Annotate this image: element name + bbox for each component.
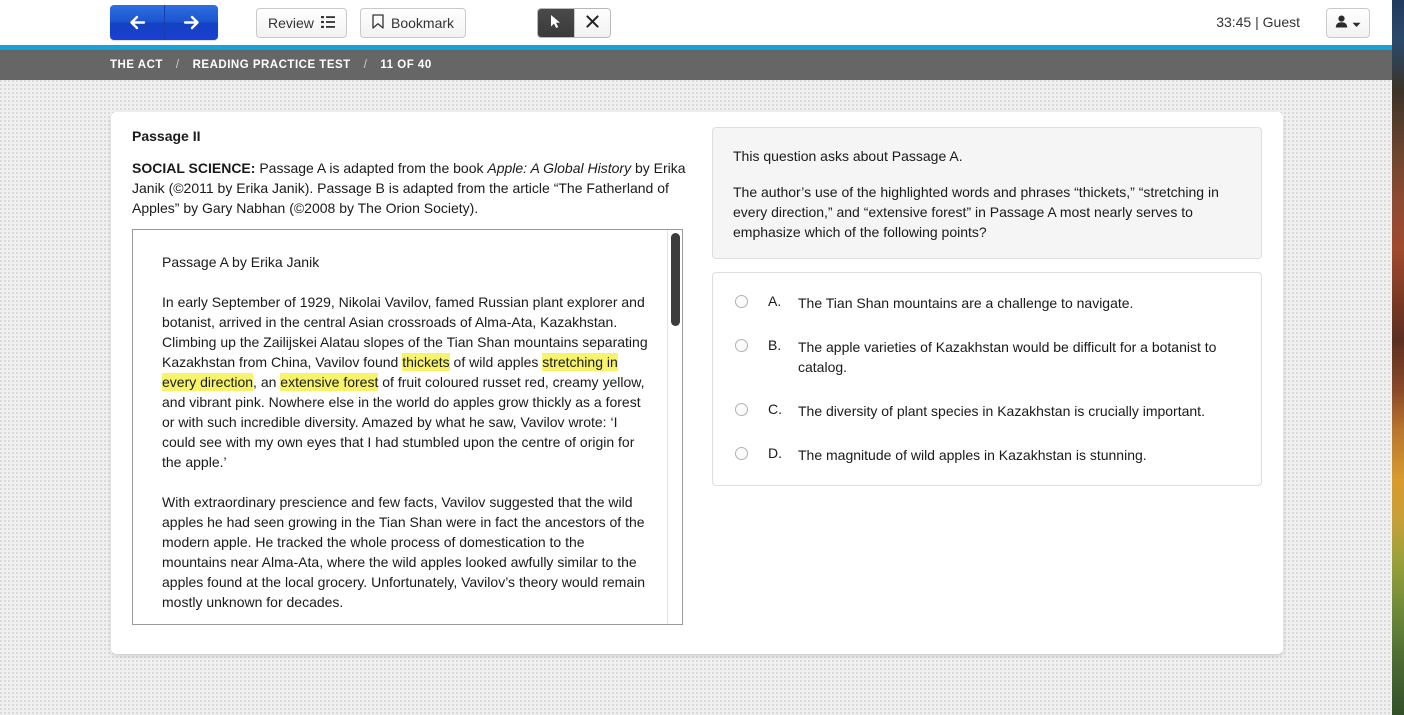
passage-byline: Passage A by Erika Janik [162,254,320,270]
content-card: Passage II SOCIAL SCIENCE: Passage A is … [111,112,1283,654]
passage-p1-seg2: of wild apples [449,354,543,370]
answer-letter-d: D. [768,445,782,461]
user-icon [1335,15,1348,31]
breadcrumb-item-section[interactable]: READING PRACTICE TEST [193,59,351,71]
answer-letter-b: B. [768,337,782,353]
answer-text-c: The diversity of plant species in Kazakh… [798,403,1205,419]
close-icon [586,15,599,31]
back-arrow-icon [129,15,146,30]
highlight-extensive-forest: extensive forest [280,373,379,391]
radio-button-d[interactable] [735,447,748,460]
bookmark-button[interactable]: Bookmark [360,8,467,38]
next-question-button[interactable] [164,5,218,40]
passage-intro: SOCIAL SCIENCE: Passage A is adapted fro… [132,158,704,218]
answer-tool-group [537,8,611,38]
passage-column: Passage II SOCIAL SCIENCE: Passage A is … [132,128,704,218]
navigation-button-group [110,5,218,40]
passage-intro-booktitle: Apple: A Global History [487,160,632,176]
cursor-arrow-icon [550,14,562,32]
bookmark-button-label: Bookmark [391,15,455,31]
account-menu-button[interactable] [1326,8,1370,38]
timer-and-user-status: 33:45 | Guest [1216,14,1300,30]
question-prompt: The author’s use of the highlighted word… [733,184,1219,240]
forward-arrow-icon [183,15,200,30]
answer-choice-d[interactable]: D. The magnitude of wild apples in Kazak… [713,433,1261,477]
review-button-label: Review [268,15,314,31]
passage-scroll-box: Passage A by Erika Janik In early Septem… [132,229,683,625]
passage-text: Passage A by Erika Janik In early Septem… [133,230,682,624]
passage-scrollbar-thumb[interactable] [671,233,680,326]
breadcrumb-separator: / [363,59,368,71]
answer-letter-c: C. [768,401,782,417]
list-icon [320,15,335,31]
passage-paragraph-1: In early September of 1929, Nikolai Vavi… [162,292,652,472]
passage-paragraph-2: With extraordinary prescience and few fa… [162,494,645,610]
answer-text-a: The Tian Shan mountains are a challenge … [798,295,1134,311]
radio-button-c[interactable] [735,403,748,416]
answer-choice-a[interactable]: A. The Tian Shan mountains are a challen… [713,281,1261,325]
breadcrumb-separator: / [175,59,180,71]
eliminate-answer-button[interactable] [574,9,610,37]
background-photo-strip [1390,0,1404,715]
passage-intro-label: SOCIAL SCIENCE: [132,160,256,176]
previous-question-button[interactable] [110,5,164,40]
question-column: This question asks about Passage A. The … [712,127,1262,486]
answer-text-b: The apple varieties of Kazakhstan would … [798,339,1217,375]
breadcrumb-item-progress: 11 OF 40 [380,59,432,71]
answer-choice-c[interactable]: C. The diversity of plant species in Kaz… [713,389,1261,433]
answer-letter-a: A. [768,293,782,309]
answer-choices-list: A. The Tian Shan mountains are a challen… [712,272,1262,486]
review-button[interactable]: Review [256,8,347,38]
radio-button-a[interactable] [735,295,748,308]
question-context: This question asks about Passage A. [733,148,963,164]
answer-choice-b[interactable]: B. The apple varieties of Kazakhstan wou… [713,325,1261,389]
passage-p1-seg3: , an [253,374,281,390]
breadcrumb: THE ACT / READING PRACTICE TEST / 11 OF … [0,50,1392,80]
passage-scrollbar-track[interactable] [667,230,682,624]
answer-text-d: The magnitude of wild apples in Kazakhst… [798,447,1147,463]
passage-title: Passage II [132,128,201,144]
question-panel: This question asks about Passage A. The … [712,127,1262,259]
highlight-thickets: thickets [402,353,450,371]
chevron-down-icon [1352,16,1361,31]
top-toolbar: Review Bookmark 33:45 | Guest [0,0,1392,45]
breadcrumb-item-test[interactable]: THE ACT [110,59,163,71]
pointer-tool-button[interactable] [538,9,574,37]
bookmark-icon [372,14,384,32]
radio-button-b[interactable] [735,339,748,352]
passage-intro-part1: Passage A is adapted from the book [255,160,488,176]
